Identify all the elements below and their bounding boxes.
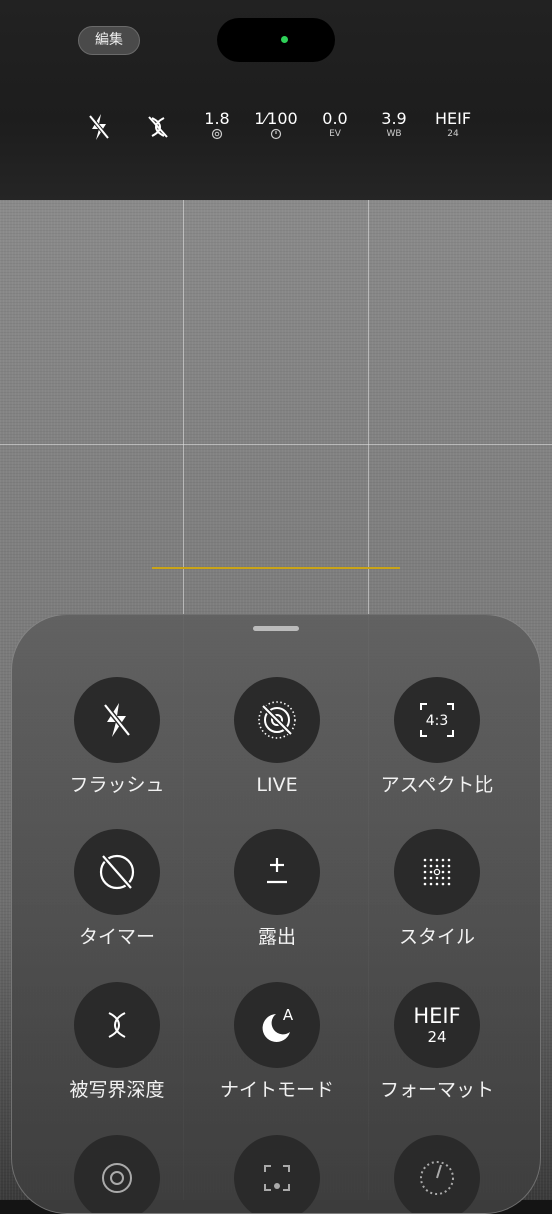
- svg-text:4:3: 4:3: [426, 713, 449, 729]
- style-grid-dot: [435, 882, 439, 886]
- flash-button[interactable]: [74, 677, 160, 763]
- style-grid-dot: [429, 864, 433, 868]
- camera-controls-sheet: フラッシュ LIVE 4:3 アスペクト比 タイマー 露出 スタイル 被写界深度…: [11, 614, 541, 1214]
- focus-button[interactable]: [234, 1135, 320, 1213]
- style-grid-dot: [429, 882, 433, 886]
- night-mode-button[interactable]: A: [234, 982, 320, 1068]
- style-grid-dot: [429, 858, 433, 862]
- control-timer[interactable]: タイマー: [37, 829, 197, 949]
- aperture-icon: [211, 128, 223, 140]
- status-format[interactable]: HEIF 24: [428, 110, 478, 140]
- control-night-mode[interactable]: A ナイトモード: [197, 982, 357, 1102]
- style-grid-dot: [435, 858, 439, 862]
- style-grid-dot: [447, 870, 451, 874]
- depth-of-field-off-icon: [148, 116, 168, 138]
- aperture-icon: [102, 1163, 132, 1193]
- aspect-ratio-icon: 4:3: [420, 703, 454, 737]
- format-button[interactable]: HEIF 24: [394, 982, 480, 1068]
- shutter-speed-button[interactable]: [394, 1135, 480, 1213]
- status-flash[interactable]: [74, 110, 124, 144]
- level-indicator: [152, 567, 400, 569]
- flash-off-icon: [103, 703, 131, 737]
- status-ev[interactable]: 0.0 EV: [310, 110, 360, 140]
- control-focus[interactable]: [197, 1135, 357, 1213]
- control-format[interactable]: HEIF 24 フォーマット: [357, 982, 517, 1102]
- exposure-icon: [267, 858, 287, 884]
- style-grid-dot: [435, 876, 439, 880]
- style-grid-dot: [441, 882, 445, 886]
- control-aspect-ratio[interactable]: 4:3 アスペクト比: [357, 677, 517, 797]
- status-wb[interactable]: 3.9 WB: [369, 110, 419, 140]
- aperture-button[interactable]: [74, 1135, 160, 1213]
- control-shutter-speed[interactable]: [357, 1135, 517, 1213]
- focus-frame-icon: [264, 1165, 290, 1191]
- style-grid-dot: [435, 864, 439, 868]
- dynamic-island: [217, 18, 335, 62]
- night-mode-icon: A: [262, 1006, 294, 1042]
- style-grid-dot: [441, 876, 445, 880]
- control-aperture[interactable]: [37, 1135, 197, 1213]
- format-icon: HEIF 24: [413, 1003, 461, 1046]
- style-grid-dot: [423, 858, 427, 862]
- control-live[interactable]: LIVE: [197, 677, 357, 797]
- style-grid-dot: [423, 876, 427, 880]
- control-depth-of-field[interactable]: 被写界深度: [37, 982, 197, 1102]
- aspect-ratio-button[interactable]: 4:3: [394, 677, 480, 763]
- sheet-grabber[interactable]: [253, 626, 299, 631]
- depth-of-field-icon: [108, 1012, 126, 1038]
- status-aperture[interactable]: 1.8: [192, 110, 242, 140]
- style-grid-dot: [429, 870, 433, 874]
- timer-button[interactable]: [74, 829, 160, 915]
- style-grid-dot: [447, 858, 451, 862]
- style-grid-dot: [429, 876, 433, 880]
- control-style[interactable]: スタイル: [357, 829, 517, 949]
- control-flash[interactable]: フラッシュ: [37, 677, 197, 797]
- style-grid-dot: [441, 858, 445, 862]
- edit-button[interactable]: 編集: [78, 26, 140, 55]
- status-depth-of-field[interactable]: [133, 110, 183, 144]
- svg-text:A: A: [283, 1006, 294, 1024]
- depth-of-field-button[interactable]: [74, 982, 160, 1068]
- grid-line: [0, 444, 552, 445]
- control-exposure[interactable]: 露出: [197, 829, 357, 949]
- style-grid-dot: [423, 864, 427, 868]
- camera-status-bar: 1.8 1⁄100 0.0 EV 3.9 WB HEIF 24: [70, 110, 490, 150]
- style-grid-dot: [447, 876, 451, 880]
- flash-off-icon: [88, 114, 110, 140]
- dial-icon: [420, 1161, 454, 1195]
- live-photo-button[interactable]: [234, 677, 320, 763]
- style-grid-dot: [441, 870, 445, 874]
- style-grid-icon: [423, 858, 451, 886]
- live-off-icon: [258, 701, 296, 739]
- camera-in-use-indicator: [281, 36, 288, 43]
- status-shutter[interactable]: 1⁄100: [251, 110, 301, 140]
- style-grid-dot: [447, 882, 451, 886]
- exposure-button[interactable]: [234, 829, 320, 915]
- style-grid-dot: [433, 868, 441, 876]
- timer-off-icon: [99, 854, 135, 890]
- style-button[interactable]: [394, 829, 480, 915]
- style-grid-dot: [423, 882, 427, 886]
- style-grid-dot: [447, 864, 451, 868]
- style-grid-dot: [423, 870, 427, 874]
- style-grid-dot: [441, 864, 445, 868]
- timer-icon: [270, 128, 282, 140]
